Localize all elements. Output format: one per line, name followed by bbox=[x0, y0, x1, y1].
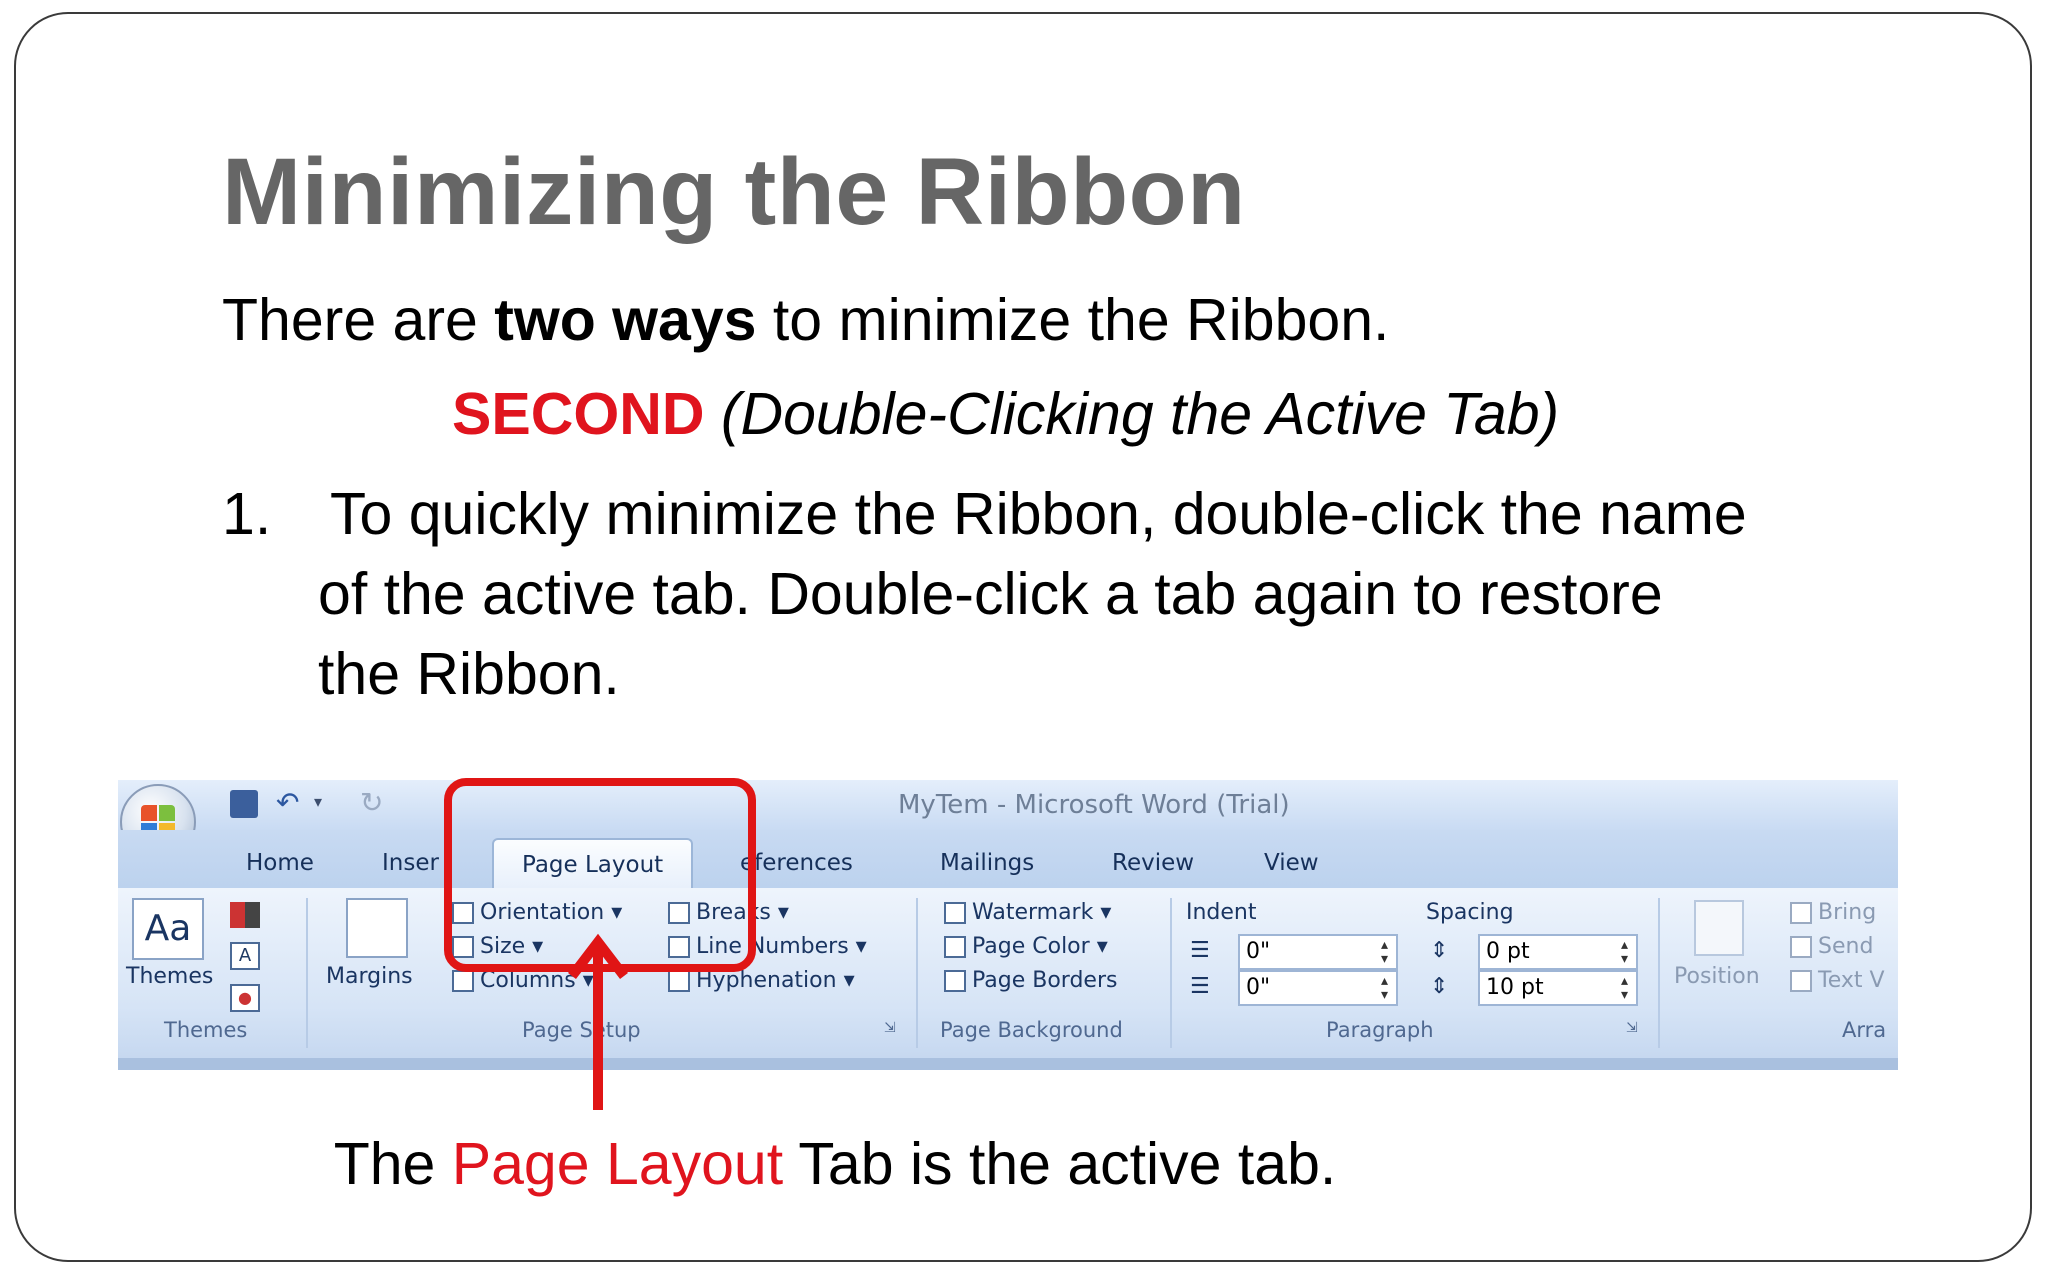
slide-title: Minimizing the Ribbon bbox=[222, 139, 1246, 245]
group-separator bbox=[1170, 898, 1172, 1048]
group-separator bbox=[306, 898, 308, 1048]
theme-effects-icon[interactable]: ● bbox=[230, 984, 260, 1012]
group-label-page-background: Page Background bbox=[940, 1018, 1123, 1042]
page-color-button[interactable]: Page Color ▾ bbox=[944, 934, 1108, 959]
send-label: Send bbox=[1818, 934, 1874, 959]
second-note: (Double-Clicking the Active Tab) bbox=[704, 381, 1560, 447]
themes-button[interactable]: Themes bbox=[126, 964, 213, 989]
annotation-caption: The Page Layout Tab is the active tab. bbox=[330, 1124, 1340, 1204]
step-number: 1. bbox=[222, 481, 272, 547]
text-wrapping-button[interactable]: Text V bbox=[1790, 968, 1885, 993]
spacing-before-icon: ⇕ bbox=[1430, 938, 1449, 963]
second-label: SECOND bbox=[452, 381, 705, 447]
ruler-strip bbox=[118, 1058, 1898, 1070]
tab-references[interactable]: eferences bbox=[740, 850, 853, 876]
tab-mailings[interactable]: Mailings bbox=[940, 850, 1034, 876]
step-line-1: To quickly minimize the Ribbon, double-c… bbox=[330, 481, 1747, 547]
intro-text: There are two ways to minimize the Ribbo… bbox=[222, 286, 1389, 354]
spinner-arrows-icon[interactable]: ▴ ▾ bbox=[1621, 974, 1628, 1002]
page-color-icon bbox=[944, 936, 966, 958]
undo-icon[interactable]: ↶ bbox=[276, 786, 299, 819]
indent-left-value: 0" bbox=[1246, 939, 1271, 964]
group-separator bbox=[916, 898, 918, 1048]
ribbon-screenshot: ↶ ▾ ↻ MyTem - Microsoft Word (Trial) Hom… bbox=[118, 780, 1898, 1070]
dialog-launcher-icon[interactable]: ⇲ bbox=[884, 1020, 896, 1036]
text-wrap-label: Text V bbox=[1818, 968, 1885, 993]
watermark-button[interactable]: Watermark ▾ bbox=[944, 900, 1111, 925]
position-icon[interactable] bbox=[1694, 900, 1744, 956]
spacing-before-field[interactable]: 0 pt ▴ ▾ bbox=[1478, 934, 1638, 970]
bring-front-icon bbox=[1790, 902, 1812, 924]
intro-pre: There are bbox=[222, 287, 495, 353]
window-title: MyTem - Microsoft Word (Trial) bbox=[898, 790, 1290, 820]
second-method-heading: SECOND (Double-Clicking the Active Tab) bbox=[452, 380, 1559, 448]
spacing-after-icon: ⇕ bbox=[1430, 974, 1449, 999]
indent-header: Indent bbox=[1186, 900, 1257, 925]
columns-icon bbox=[452, 970, 474, 992]
watermark-label: Watermark bbox=[972, 900, 1094, 925]
page-borders-label: Page Borders bbox=[972, 968, 1118, 993]
indent-right-value: 0" bbox=[1246, 975, 1271, 1000]
spinner-arrows-icon[interactable]: ▴ ▾ bbox=[1381, 938, 1388, 966]
themes-icon[interactable]: Aa bbox=[132, 898, 204, 960]
group-label-paragraph: Paragraph bbox=[1326, 1018, 1434, 1042]
caption-post: Tab is the active tab. bbox=[783, 1131, 1337, 1197]
indent-right-icon: ☰ bbox=[1190, 974, 1210, 999]
tab-home[interactable]: Home bbox=[246, 850, 314, 876]
text-wrap-icon bbox=[1790, 970, 1812, 992]
position-button[interactable]: Position bbox=[1674, 964, 1760, 989]
group-label-themes: Themes bbox=[164, 1018, 248, 1042]
hyphenation-icon bbox=[668, 970, 690, 992]
bring-to-front-button[interactable]: Bring bbox=[1790, 900, 1876, 925]
send-to-back-button[interactable]: Send bbox=[1790, 934, 1873, 959]
spacing-header: Spacing bbox=[1426, 900, 1514, 925]
ribbon-tab-bar: Home Inser Page Layout eferences Mailing… bbox=[118, 830, 1898, 888]
caption-highlight: Page Layout bbox=[451, 1131, 784, 1197]
spacing-after-field[interactable]: 10 pt ▴ ▾ bbox=[1478, 970, 1638, 1006]
dialog-launcher-icon[interactable]: ⇲ bbox=[1626, 1020, 1638, 1036]
dropdown-chevron-icon[interactable]: ▾ bbox=[314, 792, 322, 811]
send-back-icon bbox=[1790, 936, 1812, 958]
ribbon-body: Aa Themes A ● Themes Margins Orientation… bbox=[118, 888, 1898, 1058]
save-icon[interactable] bbox=[230, 790, 258, 818]
theme-fonts-icon[interactable]: A bbox=[230, 942, 260, 970]
step-line-3: the Ribbon. bbox=[318, 641, 620, 707]
page-color-label: Page Color bbox=[972, 934, 1090, 959]
caption-pre: The bbox=[333, 1131, 452, 1197]
page-borders-icon bbox=[944, 970, 966, 992]
indent-right-field[interactable]: 0" ▴ ▾ bbox=[1238, 970, 1398, 1006]
spinner-arrows-icon[interactable]: ▴ ▾ bbox=[1621, 938, 1628, 966]
bring-label: Bring bbox=[1818, 900, 1877, 925]
pointer-arrow-icon bbox=[568, 933, 628, 1110]
theme-colors-icon[interactable] bbox=[230, 902, 260, 928]
indent-left-field[interactable]: 0" ▴ ▾ bbox=[1238, 934, 1398, 970]
step-line-2: of the active tab. Double-click a tab ag… bbox=[318, 561, 1663, 627]
intro-bold: two ways bbox=[494, 287, 757, 353]
step-1: 1. To quickly minimize the Ribbon, doubl… bbox=[222, 474, 1962, 714]
page-borders-button[interactable]: Page Borders bbox=[944, 968, 1117, 993]
intro-post: to minimize the Ribbon. bbox=[756, 287, 1390, 353]
spinner-arrows-icon[interactable]: ▴ ▾ bbox=[1381, 974, 1388, 1002]
indent-left-icon: ☰ bbox=[1190, 938, 1210, 963]
group-label-arrange: Arra bbox=[1842, 1018, 1887, 1042]
tab-review[interactable]: Review bbox=[1112, 850, 1194, 876]
group-separator bbox=[1658, 898, 1660, 1048]
spacing-after-value: 10 pt bbox=[1486, 975, 1544, 1000]
redo-icon[interactable]: ↻ bbox=[360, 786, 383, 819]
tab-insert[interactable]: Inser bbox=[382, 850, 439, 876]
tab-view[interactable]: View bbox=[1264, 850, 1319, 876]
margins-icon[interactable] bbox=[346, 898, 408, 958]
spacing-before-value: 0 pt bbox=[1486, 939, 1530, 964]
window-title-bar: ↶ ▾ ↻ MyTem - Microsoft Word (Trial) bbox=[118, 780, 1898, 860]
watermark-icon bbox=[944, 902, 966, 924]
margins-button[interactable]: Margins bbox=[326, 964, 413, 989]
